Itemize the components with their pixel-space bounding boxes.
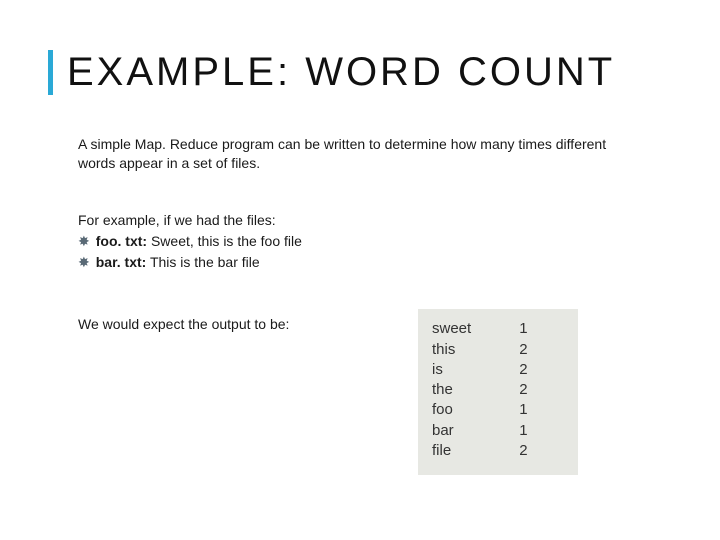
example-lead: For example, if we had the files: [78,211,672,230]
table-row: this 2 [432,340,528,360]
bullet-icon: ✸ [78,254,90,271]
word-cell: file [432,441,519,461]
table-row: the 2 [432,380,528,400]
table-row: file 2 [432,441,528,461]
file-row: ✸ bar. txt: This is the bar file [78,253,672,272]
word-count-table: sweet 1 this 2 is 2 the [432,319,528,461]
word-cell: is [432,360,519,380]
count-cell: 2 [519,441,527,461]
file-content: Sweet, this is the foo file [151,233,302,249]
intro-paragraph: A simple Map. Reduce program can be writ… [78,135,638,173]
slide-content: A simple Map. Reduce program can be writ… [48,135,672,475]
bullet-icon: ✸ [78,233,90,250]
file-content: This is the bar file [150,254,260,270]
expect-text: We would expect the output to be: [78,309,418,334]
file-row: ✸ foo. txt: Sweet, this is the foo file [78,232,672,251]
file-entry: bar. txt: This is the bar file [96,253,260,272]
count-cell: 2 [519,360,527,380]
file-name: foo. txt: [96,233,147,249]
count-cell: 2 [519,340,527,360]
file-entry: foo. txt: Sweet, this is the foo file [96,232,302,251]
slide: EXAMPLE: WORD COUNT A simple Map. Reduce… [0,0,720,495]
table-row: bar 1 [432,421,528,441]
word-cell: foo [432,400,519,420]
count-cell: 2 [519,380,527,400]
table-row: is 2 [432,360,528,380]
table-row: sweet 1 [432,319,528,339]
word-cell: bar [432,421,519,441]
lower-block: We would expect the output to be: sweet … [78,309,672,475]
title-accent-bar [48,50,53,95]
word-cell: this [432,340,519,360]
count-cell: 1 [519,421,527,441]
table-row: foo 1 [432,400,528,420]
slide-title: EXAMPLE: WORD COUNT [67,50,615,95]
count-cell: 1 [519,400,527,420]
word-cell: sweet [432,319,519,339]
example-block: For example, if we had the files: ✸ foo.… [78,211,672,272]
file-name: bar. txt: [96,254,147,270]
word-cell: the [432,380,519,400]
count-cell: 1 [519,319,527,339]
title-wrap: EXAMPLE: WORD COUNT [48,50,672,95]
word-count-table-box: sweet 1 this 2 is 2 the [418,309,578,475]
